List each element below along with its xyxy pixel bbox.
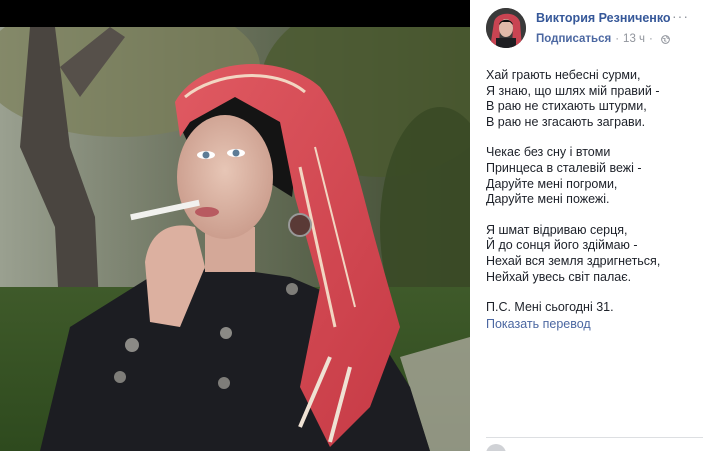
follow-link[interactable]: Подписаться: [536, 33, 611, 45]
photo-top-bar: [0, 0, 470, 27]
poem-line: Даруйте мені пожежі.: [486, 192, 610, 207]
poem-line: В раю не стихають штурми,: [486, 99, 647, 114]
poem-line: Нехай вся земля здригнеться,: [486, 253, 661, 268]
divider: [486, 437, 703, 438]
more-options-icon[interactable]: ···: [672, 8, 689, 24]
poem-line: Я шмат відриваю серця,: [486, 222, 628, 237]
post-sidebar: Виктория Резниченко Подписаться · 13 ч ·…: [470, 0, 703, 451]
meta-separator: ·: [649, 33, 653, 45]
postscript: П.С. Мені сьогодні 31.: [486, 300, 614, 315]
post-meta: Подписаться · 13 ч ·: [536, 33, 670, 45]
comment-avatar: [486, 444, 506, 451]
meta-separator: ·: [615, 33, 620, 45]
author-avatar[interactable]: [486, 8, 526, 48]
poem-line: Хай грають небесні сурми,: [486, 68, 641, 82]
post-timestamp[interactable]: 13 ч: [623, 33, 645, 45]
author-name[interactable]: Виктория Резниченко: [536, 11, 671, 25]
poem-line: Й до сонця його здіймаю -: [486, 238, 638, 253]
poem-line: В раю не згасають заграви.: [486, 114, 646, 129]
poem-line: Нейхай увесь світ палає.: [486, 269, 632, 284]
post-text: Хай грають небесні сурми, Я знаю, що шля…: [486, 68, 696, 332]
show-translation-link[interactable]: Показать перевод: [486, 317, 696, 333]
poem-stanza: Чекає без сну і втоми Принцеса в сталеві…: [486, 145, 696, 207]
globe-icon[interactable]: [661, 34, 670, 44]
poem-line: Чекає без сну і втоми: [486, 145, 611, 160]
poem-line: Принцеса в сталевій вежі -: [486, 160, 642, 175]
photo-viewer[interactable]: [0, 0, 470, 451]
poem-line: Я знаю, що шлях мій правий -: [486, 83, 660, 98]
poem-stanza: Я шмат відриваю серця, Й до сонця його з…: [486, 223, 696, 285]
poem-line: Даруйте мені погроми,: [486, 176, 618, 191]
post-photo: [0, 27, 470, 451]
poem-stanza: Хай грають небесні сурми, Я знаю, що шля…: [486, 68, 696, 130]
